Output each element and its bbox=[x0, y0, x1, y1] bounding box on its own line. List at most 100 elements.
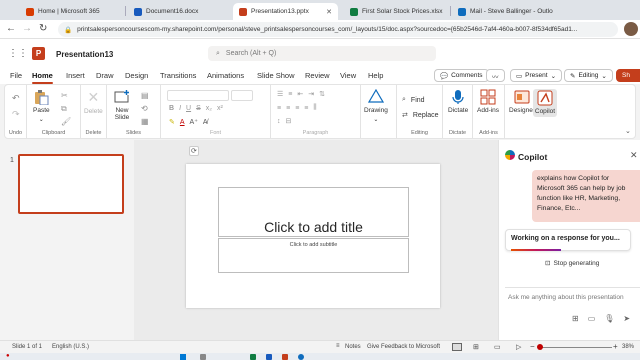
close-icon[interactable]: ✕ bbox=[630, 150, 638, 161]
back-icon[interactable]: ← bbox=[6, 23, 16, 34]
zoom-slider-thumb[interactable] bbox=[537, 344, 543, 350]
slide-thumbnail[interactable] bbox=[18, 154, 124, 214]
tab-insert[interactable]: Insert bbox=[66, 71, 85, 80]
strikethrough-icon[interactable]: S bbox=[196, 105, 201, 112]
tab-help[interactable]: Help bbox=[368, 71, 383, 80]
tab-file[interactable]: File bbox=[10, 71, 22, 80]
search-box[interactable]: ⌕ Search (Alt + Q) bbox=[208, 46, 436, 61]
reset-icon[interactable]: ⟲ bbox=[141, 104, 148, 113]
highlight-icon[interactable]: ✎ bbox=[169, 118, 175, 126]
forward-icon[interactable]: → bbox=[22, 23, 32, 34]
designer-shortcut-icon[interactable]: ⟳ bbox=[189, 146, 199, 156]
tab-slide-show[interactable]: Slide Show bbox=[257, 71, 295, 80]
slide-sorter-icon[interactable]: ⊞ bbox=[473, 343, 479, 351]
delete-button[interactable]: ✕ Delete bbox=[84, 89, 103, 115]
send-icon[interactable]: ➤ bbox=[623, 314, 630, 323]
url-field[interactable]: 🔒 printsalespersoncoursescom-my.sharepoi… bbox=[58, 22, 618, 37]
editing-mode-button[interactable]: ✎ Editing ⌄ bbox=[564, 69, 613, 82]
prompts-icon[interactable]: ⊞ bbox=[572, 314, 579, 323]
search-taskbar-icon[interactable] bbox=[200, 354, 206, 360]
clear-format-icon[interactable]: A̸ bbox=[203, 119, 208, 126]
tab-draw[interactable]: Draw bbox=[96, 71, 114, 80]
undo-icon[interactable]: ↶ bbox=[12, 93, 20, 104]
collapse-ribbon-icon[interactable]: ⌄ bbox=[625, 127, 631, 135]
powerpoint-logo-icon[interactable]: P bbox=[32, 47, 45, 60]
addins-button[interactable]: Add-ins bbox=[477, 89, 499, 114]
font-size-increase-icon[interactable]: A⁺ bbox=[190, 118, 198, 126]
columns-icon[interactable]: ⫼ bbox=[313, 104, 316, 112]
designer-button[interactable]: Designer bbox=[509, 89, 535, 114]
browser-tab-presentation[interactable]: Presentation13.pptx ✕ bbox=[233, 3, 338, 20]
replace-button[interactable]: ⇄ Replace bbox=[402, 111, 439, 120]
copilot-ribbon-button[interactable]: Copilot bbox=[533, 89, 557, 117]
tab-review[interactable]: Review bbox=[305, 71, 330, 80]
catch-up-button[interactable]: 〰 bbox=[486, 69, 505, 82]
language-indicator[interactable]: English (U.S.) bbox=[52, 344, 89, 350]
zoom-out-icon[interactable]: − bbox=[530, 342, 535, 351]
zoom-slider[interactable] bbox=[540, 347, 612, 348]
excel-taskbar-icon[interactable] bbox=[250, 354, 256, 360]
stop-generating-button[interactable]: ⊡ Stop generating bbox=[545, 259, 599, 268]
copy-icon[interactable]: ⧉ bbox=[61, 104, 67, 114]
zoom-in-icon[interactable]: + bbox=[613, 342, 618, 351]
tab-animations[interactable]: Animations bbox=[207, 71, 244, 80]
zoom-level[interactable]: 38% bbox=[622, 344, 634, 350]
browser-tab-excel[interactable]: First Solar Stock Prices.xlsx bbox=[344, 3, 448, 20]
text-direction-icon[interactable]: ⇅ bbox=[319, 90, 325, 98]
comments-button[interactable]: 💬 Comments bbox=[434, 69, 489, 82]
tab-design[interactable]: Design bbox=[125, 71, 148, 80]
bold-icon[interactable]: B bbox=[169, 105, 174, 112]
superscript-icon[interactable]: x² bbox=[217, 105, 223, 112]
format-painter-icon[interactable]: 🖌 bbox=[61, 117, 71, 126]
increase-indent-icon[interactable]: ⇥ bbox=[308, 90, 314, 98]
feedback-button[interactable]: Give Feedback to Microsoft bbox=[367, 344, 440, 350]
dictate-button[interactable]: Dictate bbox=[448, 89, 468, 114]
tab-home[interactable]: Home bbox=[32, 71, 53, 84]
present-button[interactable]: ▭ Present ⌄ bbox=[510, 69, 563, 82]
section-icon[interactable]: ▦ bbox=[141, 117, 149, 126]
new-slide-button[interactable]: New Slide bbox=[111, 89, 133, 121]
share-button[interactable]: Sh bbox=[616, 69, 640, 82]
close-tab-icon[interactable]: ✕ bbox=[326, 8, 332, 16]
attach-icon[interactable]: ▭ bbox=[588, 314, 596, 323]
app-launcher-icon[interactable]: ⋮⋮ bbox=[8, 48, 28, 59]
title-placeholder[interactable]: Click to add title bbox=[218, 187, 409, 237]
paste-button[interactable]: Paste ⌄ bbox=[33, 89, 50, 123]
reload-icon[interactable]: ↻ bbox=[39, 23, 47, 34]
normal-view-icon[interactable] bbox=[452, 343, 462, 351]
decrease-indent-icon[interactable]: ⇤ bbox=[297, 90, 303, 98]
font-color-icon[interactable]: A bbox=[180, 119, 185, 126]
font-name-dropdown[interactable] bbox=[167, 90, 229, 101]
microphone-icon[interactable]: 🎙 bbox=[604, 314, 614, 323]
align-text-icon[interactable]: ⊟ bbox=[286, 117, 292, 125]
font-size-dropdown[interactable] bbox=[231, 90, 253, 101]
layout-icon[interactable]: ▤ bbox=[141, 91, 149, 100]
word-taskbar-icon[interactable] bbox=[266, 354, 272, 360]
drawing-button[interactable]: Drawing ⌄ bbox=[364, 89, 388, 123]
powerpoint-taskbar-icon[interactable] bbox=[282, 354, 288, 360]
underline-icon[interactable]: U bbox=[186, 105, 191, 112]
find-button[interactable]: ⌕ Find bbox=[402, 96, 425, 104]
slide-show-icon[interactable]: ▷ bbox=[516, 343, 521, 351]
browser-tab-document[interactable]: Document16.docx bbox=[128, 3, 228, 20]
align-right-icon[interactable]: ≡ bbox=[295, 105, 299, 112]
edge-taskbar-icon[interactable] bbox=[298, 354, 304, 360]
cut-icon[interactable]: ✂ bbox=[61, 91, 68, 100]
document-title[interactable]: Presentation13 bbox=[56, 50, 113, 59]
tab-transitions[interactable]: Transitions bbox=[160, 71, 196, 80]
browser-tab-mail[interactable]: Mail - Steve Ballinger - Outlo bbox=[452, 3, 556, 20]
notes-button[interactable]: Notes bbox=[345, 344, 361, 350]
browser-tab-home[interactable]: Home | Microsoft 365 bbox=[20, 3, 124, 20]
start-icon[interactable] bbox=[180, 354, 186, 360]
redo-icon[interactable]: ↷ bbox=[12, 109, 20, 120]
subscript-icon[interactable]: x₂ bbox=[206, 105, 212, 112]
align-center-icon[interactable]: ≡ bbox=[286, 105, 290, 112]
justify-icon[interactable]: ≡ bbox=[304, 105, 308, 112]
align-left-icon[interactable]: ≡ bbox=[277, 105, 281, 112]
tab-view[interactable]: View bbox=[340, 71, 356, 80]
bullets-icon[interactable]: ☰ bbox=[277, 90, 283, 98]
italic-icon[interactable]: I bbox=[179, 105, 181, 112]
reading-view-icon[interactable]: ▭ bbox=[494, 343, 501, 351]
line-spacing-icon[interactable]: ↕ bbox=[277, 118, 281, 125]
subtitle-placeholder[interactable]: Click to add subtitle bbox=[218, 238, 409, 273]
